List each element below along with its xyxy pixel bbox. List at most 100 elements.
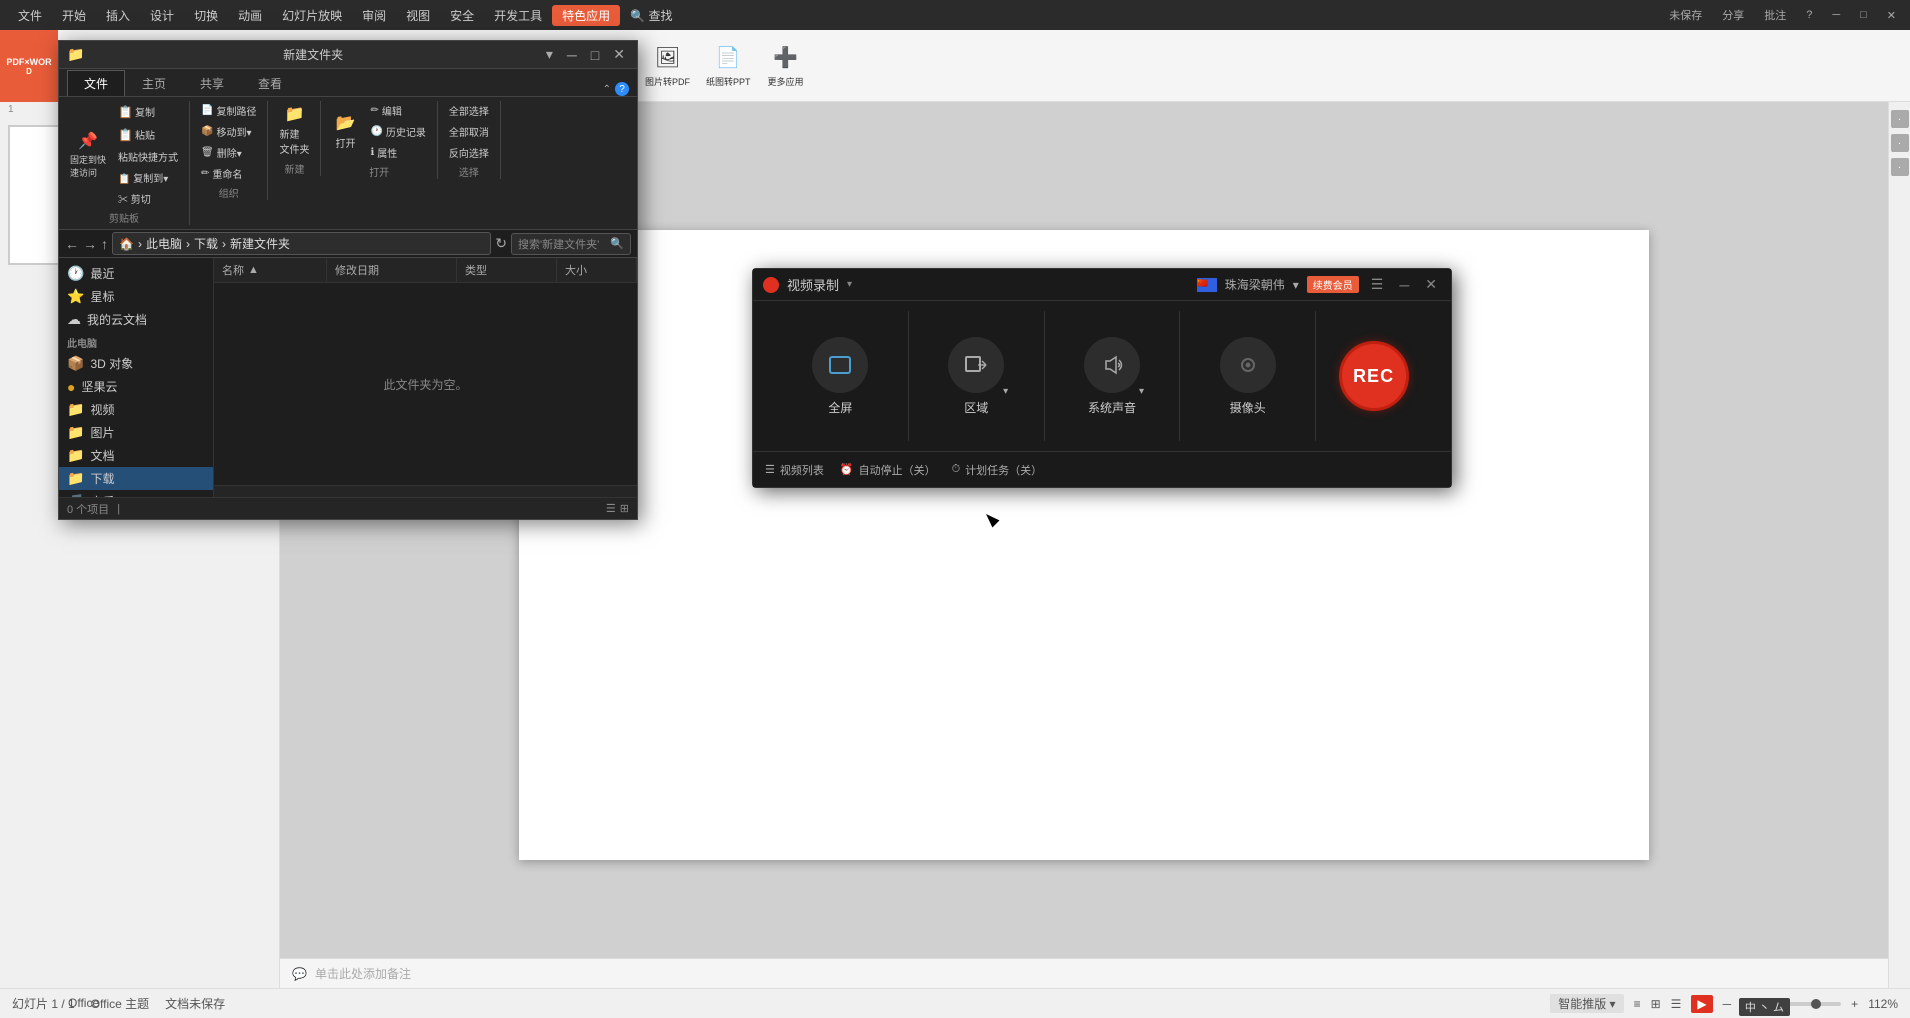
fe-open-btn[interactable]: 📂 打开 [327, 110, 363, 153]
fe-title-dropdown[interactable]: ▾ [542, 46, 557, 63]
view-grid[interactable]: ⊞ [1651, 997, 1661, 1011]
minimize-button[interactable]: ─ [1826, 7, 1846, 23]
vr-fullscreen-btn[interactable] [812, 337, 868, 393]
fe-col-name[interactable]: 名称 ▲ [214, 258, 327, 282]
fe-move-btn[interactable]: 📦 移动到▾ [196, 122, 261, 141]
vr-camera-btn[interactable] [1220, 337, 1276, 393]
note-placeholder-text[interactable]: 单击此处添加备注 [315, 965, 411, 982]
fe-search-box[interactable]: 搜索'新建文件夹' 🔍 [511, 233, 631, 255]
fe-paste-btn[interactable]: 📋 粘贴 [113, 124, 183, 145]
menu-devtools[interactable]: 开发工具 [484, 5, 552, 26]
fe-tab-share[interactable]: 共享 [183, 70, 241, 96]
fe-sidebar-jianguo[interactable]: ● 坚果云 [59, 375, 213, 398]
vr-schedule-btn[interactable]: ⏱ 计划任务（关） [952, 462, 1043, 478]
fe-sidebar-docs[interactable]: 📁 文档 [59, 444, 213, 467]
fe-sidebar-downloads[interactable]: 📁 下载 [59, 467, 213, 490]
menu-special[interactable]: 特色应用 [552, 5, 620, 26]
fe-rename-btn[interactable]: ✏ 重命名 [196, 164, 261, 183]
right-panel-icon-3[interactable]: · [1891, 158, 1909, 176]
zoom-in[interactable]: + [1851, 997, 1858, 1011]
fe-select-all-btn[interactable]: 全部选择 [444, 101, 494, 120]
vr-rec-btn[interactable]: REC [1339, 341, 1409, 411]
fe-sidebar-pictures[interactable]: 📁 图片 [59, 421, 213, 444]
fe-path-this-pc[interactable]: 此电脑 [146, 235, 182, 252]
fe-sidebar-music[interactable]: 🎵 音乐 [59, 490, 213, 497]
vr-title-dropdown[interactable]: ▾ [847, 279, 852, 290]
fe-col-type[interactable]: 类型 [457, 258, 557, 282]
menu-file[interactable]: 文件 [8, 5, 52, 26]
vr-member-badge[interactable]: 续费会员 [1307, 276, 1359, 293]
right-panel-icon-1[interactable]: · [1891, 110, 1909, 128]
fe-sidebar-3d[interactable]: 📦 3D 对象 [59, 352, 213, 375]
fe-new-folder-btn[interactable]: 📁 新建文件夹 [274, 101, 314, 159]
fe-sidebar-cloud[interactable]: ☁ 我的云文档 [59, 308, 213, 331]
play-button[interactable]: ▶ [1691, 995, 1712, 1013]
fe-view-grid-icon[interactable]: ⊞ [620, 502, 629, 515]
fe-edit-btn[interactable]: ✏ 编辑 [365, 101, 430, 120]
fe-close-btn[interactable]: ✕ [609, 46, 629, 63]
menu-slideshow[interactable]: 幻灯片放映 [272, 5, 352, 26]
zoom-out[interactable]: ─ [1723, 997, 1732, 1011]
fe-maximize-btn[interactable]: □ [587, 47, 603, 63]
fe-address-path[interactable]: 🏠 › 此电脑 › 下载 › 新建文件夹 [112, 232, 491, 255]
fe-deselect-all-btn[interactable]: 全部取消 [444, 122, 494, 141]
vr-sound-btn[interactable]: ▾ [1084, 337, 1140, 393]
zoom-level[interactable]: 112% [1868, 997, 1898, 1011]
fe-sidebar-recent[interactable]: 🕐 最近 [59, 262, 213, 285]
vr-username-dropdown[interactable]: ▾ [1293, 278, 1299, 292]
right-panel-icon-2[interactable]: · [1891, 134, 1909, 152]
fe-path-downloads[interactable]: 下载 [194, 235, 218, 252]
fe-tab-file[interactable]: 文件 [67, 70, 125, 96]
view-normal[interactable]: ≡ [1634, 997, 1641, 1011]
fe-copy-path-btn[interactable]: 📄 复制路径 [196, 101, 261, 120]
vr-close-btn[interactable]: ✕ [1421, 276, 1441, 293]
fe-copy-btn[interactable]: 📋 复制 [113, 101, 183, 122]
vr-auto-stop-btn[interactable]: ⏰ 自动停止（关） [840, 462, 936, 478]
fe-tab-view[interactable]: 查看 [241, 70, 299, 96]
fe-paste-shortcut-btn[interactable]: 粘贴快捷方式 [113, 147, 183, 166]
ribbon-img-pdf[interactable]: 🖼 图片转PDF [639, 40, 696, 92]
vr-area-btn[interactable]: ▾ [948, 337, 1004, 393]
fe-up-btn[interactable]: ↑ [101, 236, 108, 252]
fe-back-btn[interactable]: ← [65, 236, 79, 252]
fe-invert-select-btn[interactable]: 反向选择 [444, 143, 494, 162]
fe-delete-btn[interactable]: 🗑 删除▾ [196, 143, 261, 162]
fe-col-size[interactable]: 大小 [557, 258, 637, 282]
menu-insert[interactable]: 插入 [96, 5, 140, 26]
fe-copy-to-btn[interactable]: 📋 复制到▾ [113, 168, 183, 187]
batch-button[interactable]: 批注 [1758, 5, 1792, 25]
share-button[interactable]: 分享 [1716, 5, 1750, 25]
menu-view[interactable]: 视图 [396, 5, 440, 26]
fe-pin-btn[interactable]: 📌 固定到快速访问 [65, 128, 111, 182]
ribbon-more-apps[interactable]: ➕ 更多应用 [761, 40, 811, 92]
view-outline[interactable]: ☰ [1671, 997, 1682, 1011]
fe-minimize-btn[interactable]: ─ [563, 47, 581, 63]
pdf-wps-button[interactable]: PDF×WOR D [0, 30, 58, 102]
fe-tab-expand[interactable]: ⌃ ? [603, 82, 629, 96]
fe-path-new-folder[interactable]: 新建文件夹 [230, 235, 290, 252]
menu-transition[interactable]: 切换 [184, 5, 228, 26]
fe-col-date[interactable]: 修改日期 [327, 258, 457, 282]
fe-view-list-icon[interactable]: ☰ [606, 502, 616, 515]
fe-sidebar-video[interactable]: 📁 视频 [59, 398, 213, 421]
vr-minimize-btn[interactable]: ─ [1395, 277, 1413, 293]
maximize-button[interactable]: □ [1854, 7, 1873, 23]
vr-menu-icon[interactable]: ☰ [1367, 276, 1388, 293]
menu-design[interactable]: 设计 [140, 5, 184, 26]
help-button[interactable]: ? [1800, 7, 1818, 23]
fe-forward-btn[interactable]: → [83, 236, 97, 252]
menu-search[interactable]: 🔍 查找 [620, 5, 682, 26]
smart-push[interactable]: 智能推版 ▾ [1550, 994, 1623, 1013]
fe-cut-btn[interactable]: ✂ 剪切 [113, 189, 183, 208]
vr-playlist-btn[interactable]: ☰ 视频列表 [765, 462, 824, 478]
fe-refresh-btn[interactable]: ↻ [495, 235, 507, 252]
fe-history-btn[interactable]: 🕐 历史记录 [365, 122, 430, 141]
fe-horizontal-scrollbar[interactable] [214, 485, 637, 497]
menu-review[interactable]: 审阅 [352, 5, 396, 26]
fe-tab-home[interactable]: 主页 [125, 70, 183, 96]
menu-security[interactable]: 安全 [440, 5, 484, 26]
menu-home[interactable]: 开始 [52, 5, 96, 26]
close-button[interactable]: ✕ [1881, 7, 1902, 24]
menu-animation[interactable]: 动画 [228, 5, 272, 26]
ribbon-paper-ppt[interactable]: 📄 纸图转PPT [700, 40, 757, 92]
